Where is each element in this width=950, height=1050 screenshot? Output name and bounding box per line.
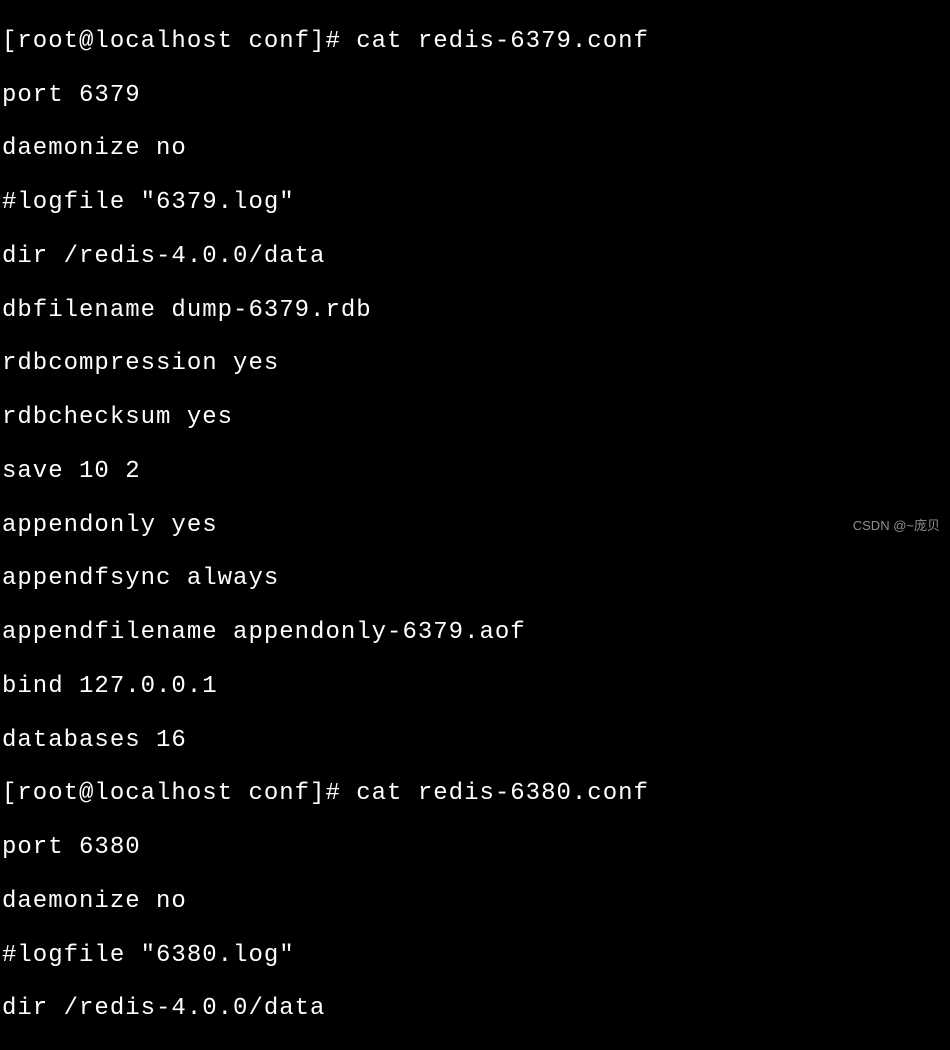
terminal-line: appendfsync always xyxy=(2,566,950,593)
terminal-line: port 6380 xyxy=(2,835,950,862)
terminal-line: dir /redis-4.0.0/data xyxy=(2,996,950,1023)
terminal-line: [root@localhost conf]# cat redis-6379.co… xyxy=(2,29,950,56)
terminal-line: #logfile "6379.log" xyxy=(2,190,950,217)
terminal-line: save 10 2 xyxy=(2,459,950,486)
terminal-line: rdbcompression yes xyxy=(2,351,950,378)
terminal-line: appendfilename appendonly-6379.aof xyxy=(2,620,950,647)
terminal-line: databases 16 xyxy=(2,728,950,755)
terminal-line: bind 127.0.0.1 xyxy=(2,674,950,701)
terminal-line: dbfilename dump-6379.rdb xyxy=(2,298,950,325)
terminal-line: dir /redis-4.0.0/data xyxy=(2,244,950,271)
terminal-line: port 6379 xyxy=(2,83,950,110)
terminal-line: daemonize no xyxy=(2,889,950,916)
terminal-line: rdbchecksum yes xyxy=(2,405,950,432)
watermark-text: CSDN @~庞贝 xyxy=(853,519,940,534)
terminal-line: [root@localhost conf]# cat redis-6380.co… xyxy=(2,781,950,808)
terminal-line: #logfile "6380.log" xyxy=(2,943,950,970)
terminal-output: [root@localhost conf]# cat redis-6379.co… xyxy=(0,0,950,1050)
terminal-line: daemonize no xyxy=(2,136,950,163)
terminal-line: appendonly yes xyxy=(2,513,950,540)
